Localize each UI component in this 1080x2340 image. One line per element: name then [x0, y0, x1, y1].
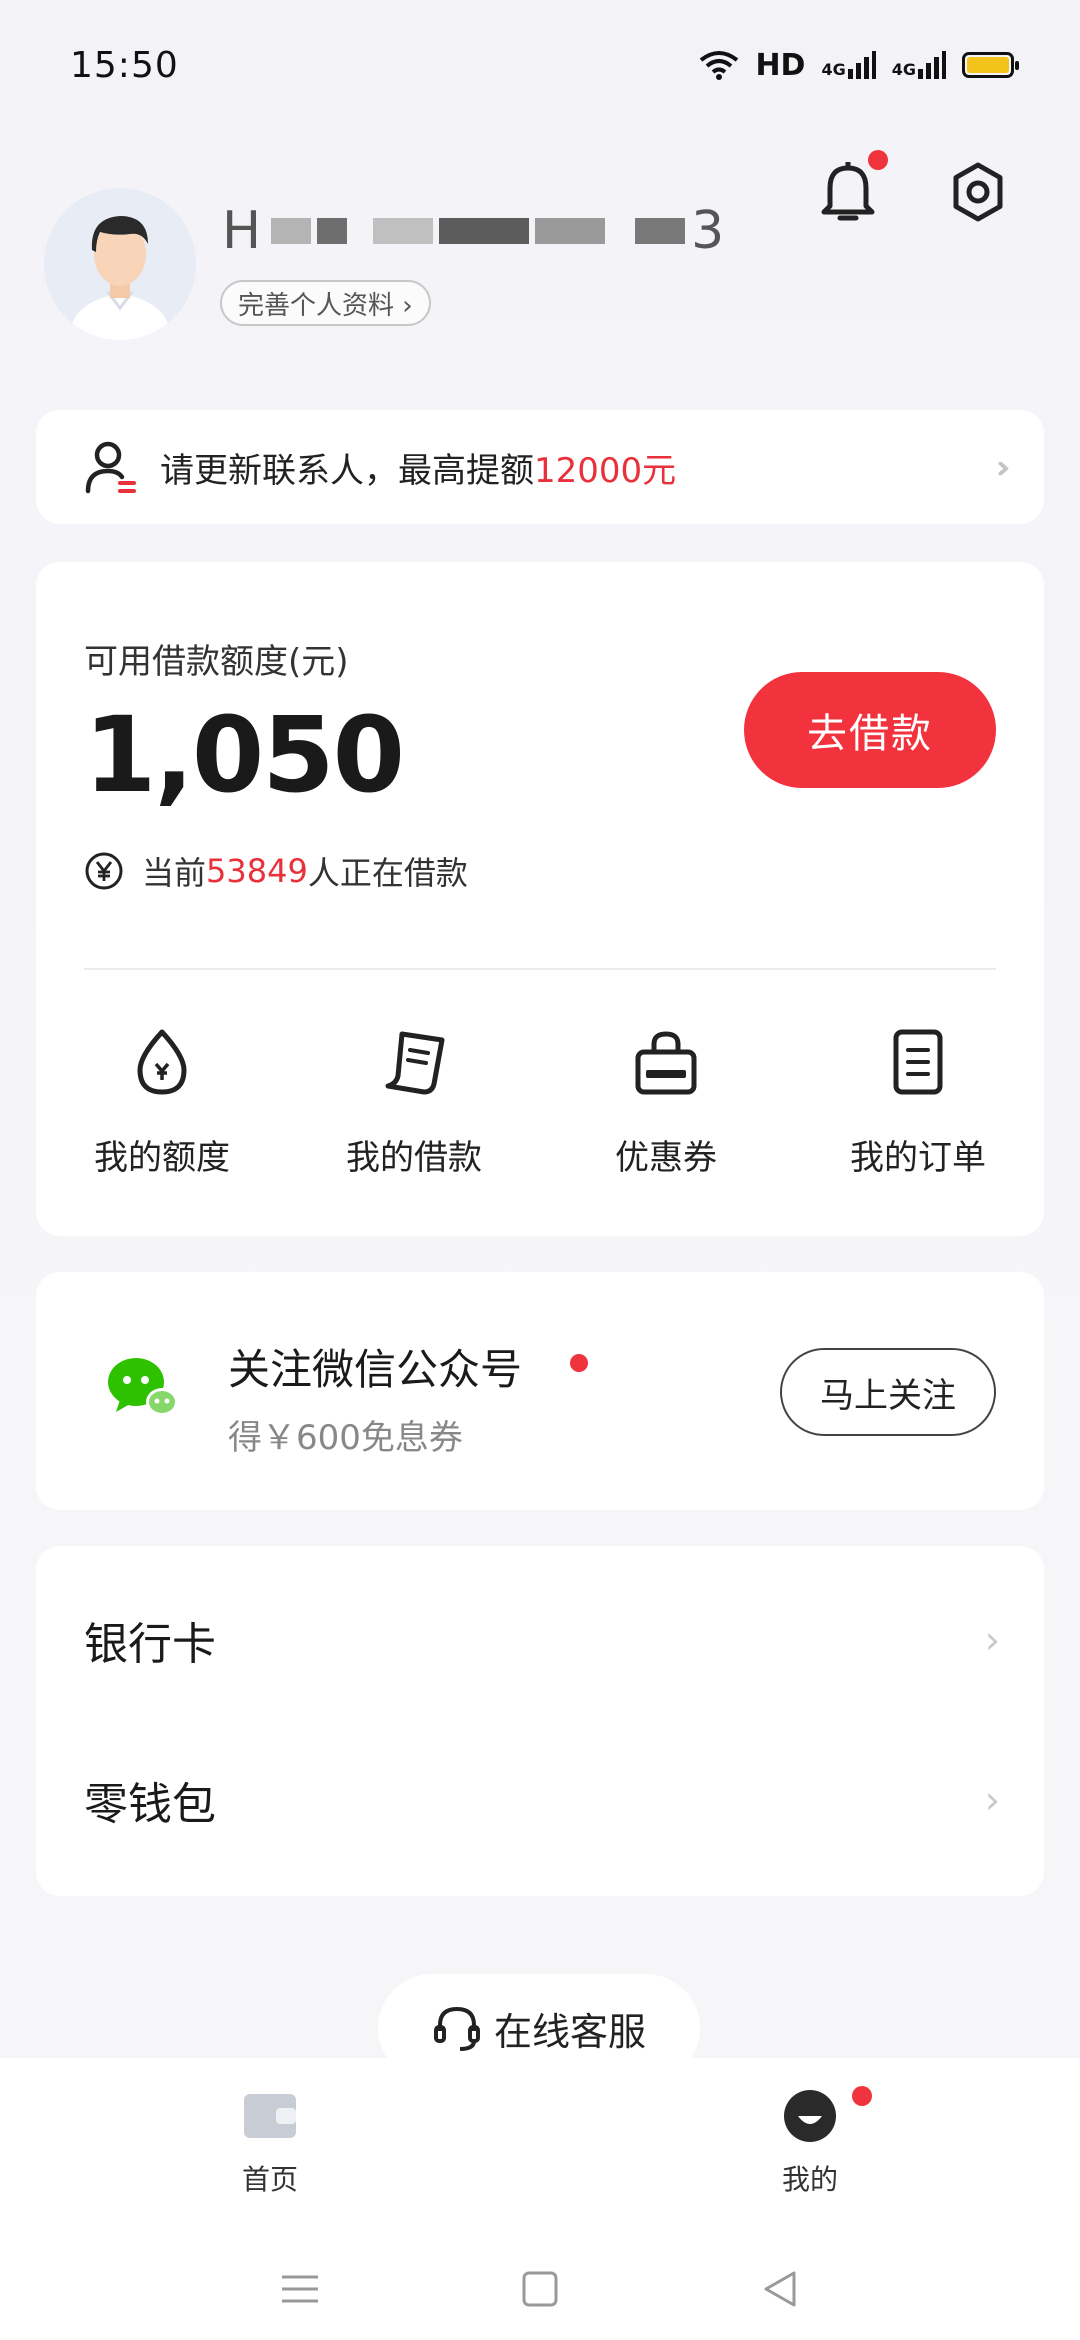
hd-label: HD [755, 47, 806, 83]
status-bar: 15:50 HD 4G 4G [0, 0, 1080, 130]
chevron-right-icon: › [984, 1778, 1000, 1822]
shortcut-label: 我的额度 [94, 1138, 230, 1178]
notice-text: 请更新联系人，最高提额 [160, 450, 534, 491]
signal-label: 4G [821, 60, 846, 79]
shortcut-grid: 我的额度 我的借款 优惠券 我的订单 [36, 1026, 1044, 1179]
shortcut-my-credit[interactable]: 我的额度 [36, 1026, 288, 1179]
signal-label-2: 4G [891, 60, 916, 79]
back-triangle-icon[interactable] [756, 2265, 804, 2313]
username: H 3 [222, 200, 742, 262]
signal-icon: 4G [821, 51, 876, 79]
redacted-block [635, 218, 686, 244]
redacted-block [373, 218, 434, 244]
wechat-title: 关注微信公众号 [228, 1345, 523, 1394]
redacted-block [439, 218, 530, 244]
redacted-block [317, 218, 348, 244]
wechat-icon [108, 1358, 178, 1416]
tab-mine[interactable]: 我的 [540, 2058, 1080, 2238]
redacted-block [271, 218, 312, 244]
redacted-block [535, 218, 606, 244]
tab-label: 首页 [241, 2163, 298, 2196]
shortcut-my-loans[interactable]: 我的借款 [288, 1026, 540, 1179]
shortcut-coupons[interactable]: 优惠券 [540, 1026, 792, 1179]
status-time: 15:50 [70, 44, 179, 86]
service-label: 在线客服 [493, 2009, 646, 2054]
status-icons: HD 4G 4G [699, 47, 1019, 83]
profile-header: H 3 完善个人资料 › [44, 188, 1044, 348]
signal-bars-icon [918, 51, 946, 79]
signal-bars-icon [847, 51, 876, 79]
chevron-right-icon: › [984, 1618, 1000, 1662]
shortcut-label: 我的借款 [346, 1138, 482, 1178]
shortcut-my-orders[interactable]: 我的订单 [792, 1026, 1044, 1179]
active-count: 53849 [206, 852, 308, 890]
menu-item-wallet[interactable]: 零钱包 › [36, 1720, 1044, 1880]
avatar-image [68, 216, 172, 340]
wechat-subtitle: 得￥600免息券 [228, 1418, 463, 1458]
new-dot [570, 1354, 588, 1372]
contact-update-banner[interactable]: 请更新联系人，最高提额12000元 ››› [36, 410, 1044, 524]
yen-circle-icon [85, 852, 123, 890]
tab-home[interactable]: 首页 [0, 2058, 540, 2238]
shortcut-label: 我的订单 [850, 1138, 986, 1178]
active-borrowers: 当前 53849 人正在借款 [84, 848, 468, 894]
document-icon [893, 1029, 943, 1095]
smile-user-icon [784, 2090, 836, 2142]
shortcut-label: 优惠券 [615, 1138, 717, 1178]
credit-card: 可用借款额度(元) 1,050 去借款 当前 53849 人正在借款 我的额度 我的… [36, 562, 1044, 1236]
battery-icon [962, 52, 1019, 78]
bottom-tab-bar: 首页 我的 [0, 2058, 1080, 2238]
divider [84, 968, 996, 970]
notice-amount: 12000元 [534, 450, 677, 491]
follow-button[interactable]: 马上关注 [780, 1348, 996, 1436]
bag-icon [635, 1031, 697, 1095]
menu-label: 零钱包 [84, 1779, 216, 1830]
signal-icon-2: 4G [892, 51, 946, 79]
menu-item-bank-card[interactable]: 银行卡 › [36, 1560, 1044, 1720]
credit-label: 可用借款额度(元) [84, 642, 349, 682]
headset-icon [433, 2006, 480, 2051]
active-prefix: 当前 [142, 854, 207, 892]
username-initial: H [222, 201, 262, 261]
contact-update-text: 请更新联系人，最高提额12000元 [160, 443, 676, 492]
home-square-icon[interactable] [516, 2265, 564, 2313]
drop-yen-icon [137, 1029, 187, 1095]
menu-label: 银行卡 [84, 1619, 216, 1670]
wechat-follow-card[interactable]: 关注微信公众号 得￥600免息券 马上关注 [36, 1272, 1044, 1510]
avatar[interactable] [44, 188, 196, 340]
menu-list: 银行卡 › 零钱包 › [36, 1546, 1044, 1896]
system-nav-bar [0, 2238, 1080, 2340]
complete-profile-button[interactable]: 完善个人资料 › [220, 280, 431, 326]
receipt-icon [385, 1031, 445, 1095]
active-suffix: 人正在借款 [307, 854, 468, 892]
notification-dot [852, 2086, 872, 2106]
tab-label: 我的 [781, 2163, 838, 2196]
wallet-icon [244, 2094, 296, 2138]
menu-icon[interactable] [276, 2265, 324, 2313]
borrow-button[interactable]: 去借款 [744, 672, 996, 788]
notification-dot [868, 150, 888, 170]
credit-amount: 1,050 [84, 694, 405, 816]
wifi-icon [700, 51, 739, 80]
username-tail: 3 [691, 201, 725, 261]
contact-person-icon [85, 441, 136, 494]
